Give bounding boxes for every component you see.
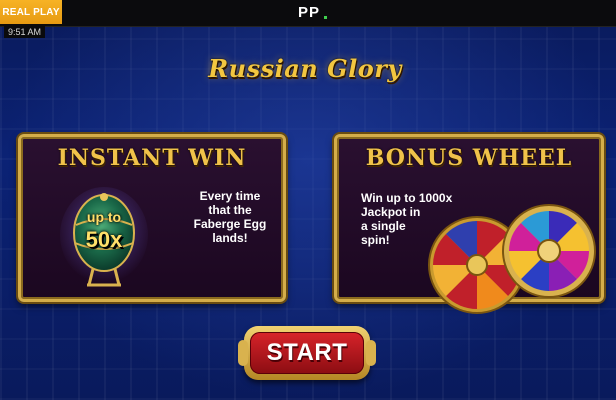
brand-logo: PP — [298, 4, 321, 21]
bonus-wheel-panel: BONUS WHEEL Win up to 1000x Jackpot in a… — [334, 134, 604, 314]
start-button[interactable]: START — [238, 326, 376, 380]
instant-win-description: Every time that the Faberge Egg lands! — [193, 189, 267, 245]
bonus-wheel-title: BONUS WHEEL — [365, 145, 573, 171]
brand-logo-dot — [324, 16, 327, 19]
clock: 9:51 AM — [4, 26, 46, 38]
faberge-egg-icon: up to 50x — [59, 185, 149, 290]
egg-multiplier: 50x — [85, 227, 123, 252]
instant-win-title: INSTANT WIN — [57, 145, 247, 171]
start-button-label: START — [250, 332, 364, 374]
start-button-ornament-right — [366, 340, 376, 366]
bonus-wheel-icon — [501, 203, 597, 299]
instant-win-panel: INSTANT WIN up to 50x Every time that th… — [18, 134, 286, 302]
real-play-button[interactable]: REAL PLAY — [0, 0, 62, 24]
top-bar: REAL PLAY PP — [0, 0, 616, 27]
game-title: Russian Glory — [208, 54, 402, 83]
egg-badge-text: up to — [86, 209, 122, 225]
start-button-ornament-left — [238, 340, 248, 366]
